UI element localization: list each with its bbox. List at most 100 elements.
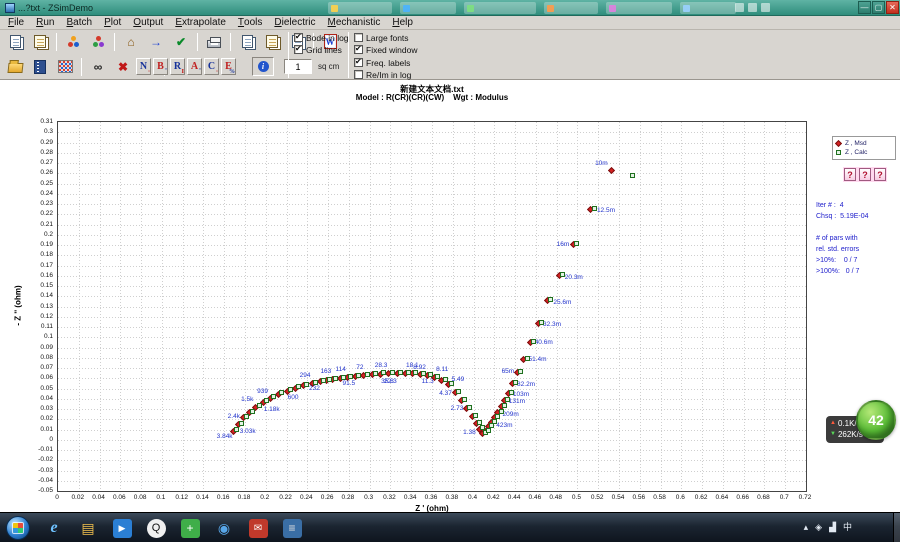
- frequency-label: 423m: [496, 422, 513, 430]
- admittance-plot-button[interactable]: A ˝: [187, 58, 202, 75]
- gridline-horizontal: [58, 419, 806, 421]
- menu-file[interactable]: File: [2, 16, 30, 29]
- folder-taskbar-button[interactable]: ▤: [74, 514, 102, 542]
- notebook-button[interactable]: [29, 56, 51, 77]
- y-tick-label: 0.1: [43, 333, 53, 341]
- checkbox-large-fonts[interactable]: Large fonts: [354, 32, 418, 43]
- internet-explorer-taskbar-button[interactable]: e: [40, 514, 68, 542]
- batch-group-button[interactable]: [62, 31, 84, 52]
- query-button-2[interactable]: ?: [859, 168, 871, 181]
- info-button[interactable]: i: [252, 57, 274, 76]
- titlebar-ghost-item[interactable]: [680, 2, 736, 14]
- titlebar-ghost-item[interactable]: [328, 2, 392, 14]
- menu-output[interactable]: Output: [127, 16, 169, 29]
- realimag-plot-button[interactable]: RI: [170, 58, 185, 75]
- ime-icon[interactable]: 中: [843, 523, 852, 532]
- report-file-button[interactable]: [29, 31, 51, 52]
- model-grid-button[interactable]: [54, 56, 76, 77]
- close-button[interactable]: ✕: [886, 1, 899, 14]
- y-tick-label: 0: [49, 435, 53, 443]
- frequency-label: 10m: [595, 160, 608, 168]
- bode-plot-button[interactable]: B ˝: [153, 58, 168, 75]
- titlebar-ghost-item[interactable]: [606, 2, 672, 14]
- x-tick-label: 0.32: [383, 494, 396, 501]
- home-button[interactable]: ⌂: [120, 31, 142, 52]
- network-tray-icon[interactable]: ▟: [829, 523, 836, 532]
- safety-center-taskbar-button[interactable]: +: [176, 514, 204, 542]
- checkbox-grid-lines[interactable]: Grid lines: [294, 44, 349, 55]
- browser-taskbar-button[interactable]: ◉: [210, 514, 238, 542]
- toolbar-row-1: ⌂ → ✔ W: [0, 30, 900, 55]
- checkbox-bode-in-log[interactable]: Bode in log: [294, 32, 349, 43]
- run-arrow-button[interactable]: →: [145, 31, 167, 52]
- overlay-tool-icon[interactable]: [761, 3, 770, 12]
- titlebar-ghost-item[interactable]: [544, 2, 598, 14]
- y-tick-label: 0.11: [40, 323, 53, 330]
- toolbar: ⌂→✔W ∞✖+ N·B˝RIA˝C·E% i sq cm Bode in lo…: [0, 30, 900, 80]
- titlebar-ghost-item[interactable]: [400, 2, 456, 14]
- start-button[interactable]: [6, 516, 30, 540]
- menu-mechanistic[interactable]: Mechanistic: [322, 16, 387, 29]
- menu-plot[interactable]: Plot: [98, 16, 127, 29]
- menu-batch[interactable]: Batch: [60, 16, 98, 29]
- notepad-taskbar-button[interactable]: ≡: [278, 514, 306, 542]
- capacitance-plot-button[interactable]: C ·: [204, 58, 219, 75]
- frequency-label: 1.38: [463, 428, 476, 436]
- menu-help[interactable]: Help: [386, 16, 419, 29]
- memory-usage-ball[interactable]: 42: [856, 400, 896, 440]
- y-axis-label: - Z '' (ohm): [13, 285, 23, 326]
- preview-button[interactable]: ∞: [87, 56, 109, 77]
- menu-tools[interactable]: Tools: [232, 16, 268, 29]
- gridline-horizontal: [58, 327, 806, 328]
- gridline-vertical: [245, 122, 246, 491]
- minimize-button[interactable]: —: [858, 1, 871, 14]
- query-button-3[interactable]: ?: [874, 168, 886, 181]
- safety-tray-icon[interactable]: ◈: [815, 523, 822, 532]
- data-point-calculated: [427, 372, 433, 378]
- show-desktop-button[interactable]: [893, 513, 900, 542]
- menu-label-accesskey: B: [66, 17, 74, 28]
- delete-button[interactable]: ✖: [112, 56, 134, 77]
- y-tick-label: 0.25: [40, 179, 53, 187]
- data-file-button[interactable]: [4, 31, 26, 52]
- menu-extrapolate[interactable]: Extrapolate: [169, 16, 232, 29]
- menu-run[interactable]: Run: [30, 16, 60, 29]
- data-point-calculated: [456, 388, 461, 394]
- query-button-1[interactable]: ?: [844, 168, 856, 181]
- copy-page-button[interactable]: [236, 31, 258, 52]
- report-pages-button[interactable]: [261, 31, 283, 52]
- qq-taskbar-button[interactable]: Q: [142, 514, 170, 542]
- media-player-taskbar-button[interactable]: ▶: [108, 514, 136, 542]
- open-folder-button[interactable]: [4, 56, 26, 77]
- data-point-calculated: [501, 402, 507, 408]
- checkbox-box: [294, 44, 303, 54]
- data-point-calculated: [559, 271, 565, 277]
- print-button[interactable]: [203, 31, 225, 52]
- data-point-calculated: [296, 383, 302, 389]
- gridline-vertical: [556, 122, 558, 491]
- overlay-tool-icon[interactable]: [735, 3, 744, 12]
- preview-icon: ∞: [93, 59, 103, 74]
- checkbox-freq-labels[interactable]: Freq. labels: [354, 57, 411, 68]
- overlay-tool-icon[interactable]: [748, 3, 757, 12]
- validate-button[interactable]: ✔: [170, 31, 192, 52]
- titlebar-ghost-item[interactable]: [464, 2, 536, 14]
- mail-taskbar-button[interactable]: ✉: [244, 514, 272, 542]
- x-tick-label: 0.28: [341, 494, 355, 501]
- contacts-button[interactable]: [87, 31, 109, 52]
- maximize-button[interactable]: ▢: [872, 1, 885, 14]
- tray-expand-icon[interactable]: ▴: [804, 523, 809, 532]
- checkbox-fixed-window[interactable]: Fixed window: [354, 44, 418, 55]
- error-analysis-button[interactable]: E%: [221, 58, 236, 75]
- nyquist-plot-button-accent-icon: ·: [147, 69, 150, 75]
- data-point-measured: [607, 167, 615, 175]
- checkbox-box: [354, 70, 363, 79]
- gridline-vertical: [785, 122, 787, 491]
- nyquist-plot-button[interactable]: N ·: [136, 58, 151, 75]
- x-tick-label: 0.5: [571, 494, 581, 501]
- iteration-count: Iter # : 4: [816, 202, 844, 209]
- x-tick-label: 0.66: [736, 494, 749, 501]
- menu-label: elp: [399, 17, 413, 28]
- menu-dielectric[interactable]: Dielectric: [268, 16, 321, 29]
- checkbox-re-im-in-log[interactable]: Re/Im in log: [354, 69, 411, 80]
